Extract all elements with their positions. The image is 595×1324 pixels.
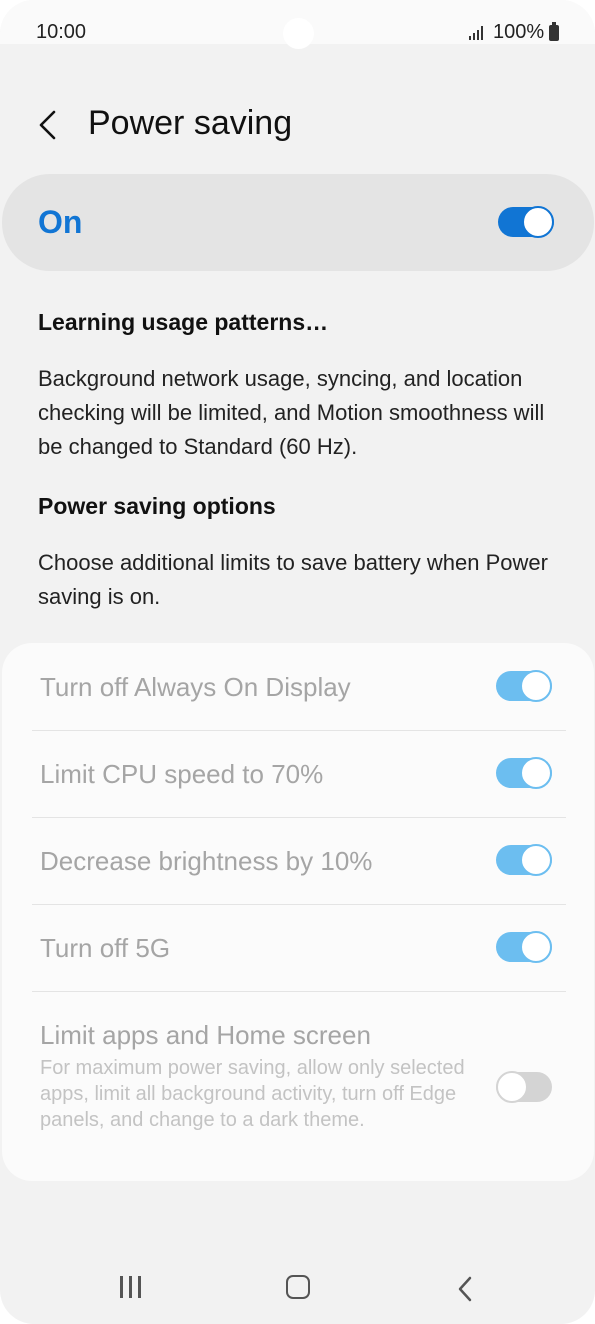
option-label: Limit CPU speed to 70% — [40, 759, 324, 789]
option-row-5g[interactable]: Turn off 5G — [32, 905, 566, 991]
option-label: Turn off 5G — [40, 933, 171, 963]
master-switch-label: On — [38, 204, 83, 240]
back-button[interactable] — [30, 104, 70, 148]
option-row-cpu-speed[interactable]: Limit CPU speed to 70% — [32, 731, 566, 817]
master-toggle[interactable] — [498, 206, 554, 238]
battery-icon — [549, 22, 559, 41]
cpu-speed-toggle[interactable] — [496, 757, 552, 789]
back-icon[interactable] — [456, 1276, 474, 1302]
option-description: For maximum power saving, allow only sel… — [40, 1057, 465, 1131]
options-heading: Power saving options — [38, 493, 276, 519]
always-on-display-toggle[interactable] — [496, 670, 552, 702]
recents-icon[interactable] — [120, 1276, 144, 1300]
front-camera — [283, 18, 314, 49]
learning-description: Background network usage, syncing, and l… — [38, 366, 545, 459]
signal-icon — [469, 26, 485, 40]
battery-percentage: 100% — [493, 21, 545, 43]
master-switch-row[interactable]: On — [2, 174, 594, 271]
option-row-always-on-display[interactable]: Turn off Always On Display — [32, 643, 566, 730]
status-time: 10:00 — [36, 21, 87, 43]
option-row-brightness[interactable]: Decrease brightness by 10% — [32, 818, 566, 904]
status-bar: 10:00 100% — [0, 0, 595, 49]
home-icon[interactable] — [286, 1275, 310, 1299]
limit-apps-toggle[interactable] — [496, 1071, 552, 1103]
option-label: Decrease brightness by 10% — [40, 846, 373, 876]
learning-heading: Learning usage patterns… — [38, 309, 329, 335]
navigation-bar — [0, 1248, 595, 1324]
options-description: Choose additional limits to save battery… — [38, 550, 548, 609]
option-row-limit-apps[interactable]: Limit apps and Home screen For maximum p… — [32, 992, 566, 1172]
chevron-left-icon — [39, 110, 56, 140]
brightness-toggle[interactable] — [496, 844, 552, 876]
option-label: Limit apps and Home screen — [40, 1020, 371, 1050]
page-title: Power saving — [88, 104, 293, 142]
options-card: Turn off Always On Display Limit CPU spe… — [2, 643, 594, 1181]
option-label: Turn off Always On Display — [40, 672, 351, 702]
phone-screen: 10:00 100% Power saving On Learning usag… — [0, 0, 595, 1324]
5g-toggle[interactable] — [496, 931, 552, 963]
